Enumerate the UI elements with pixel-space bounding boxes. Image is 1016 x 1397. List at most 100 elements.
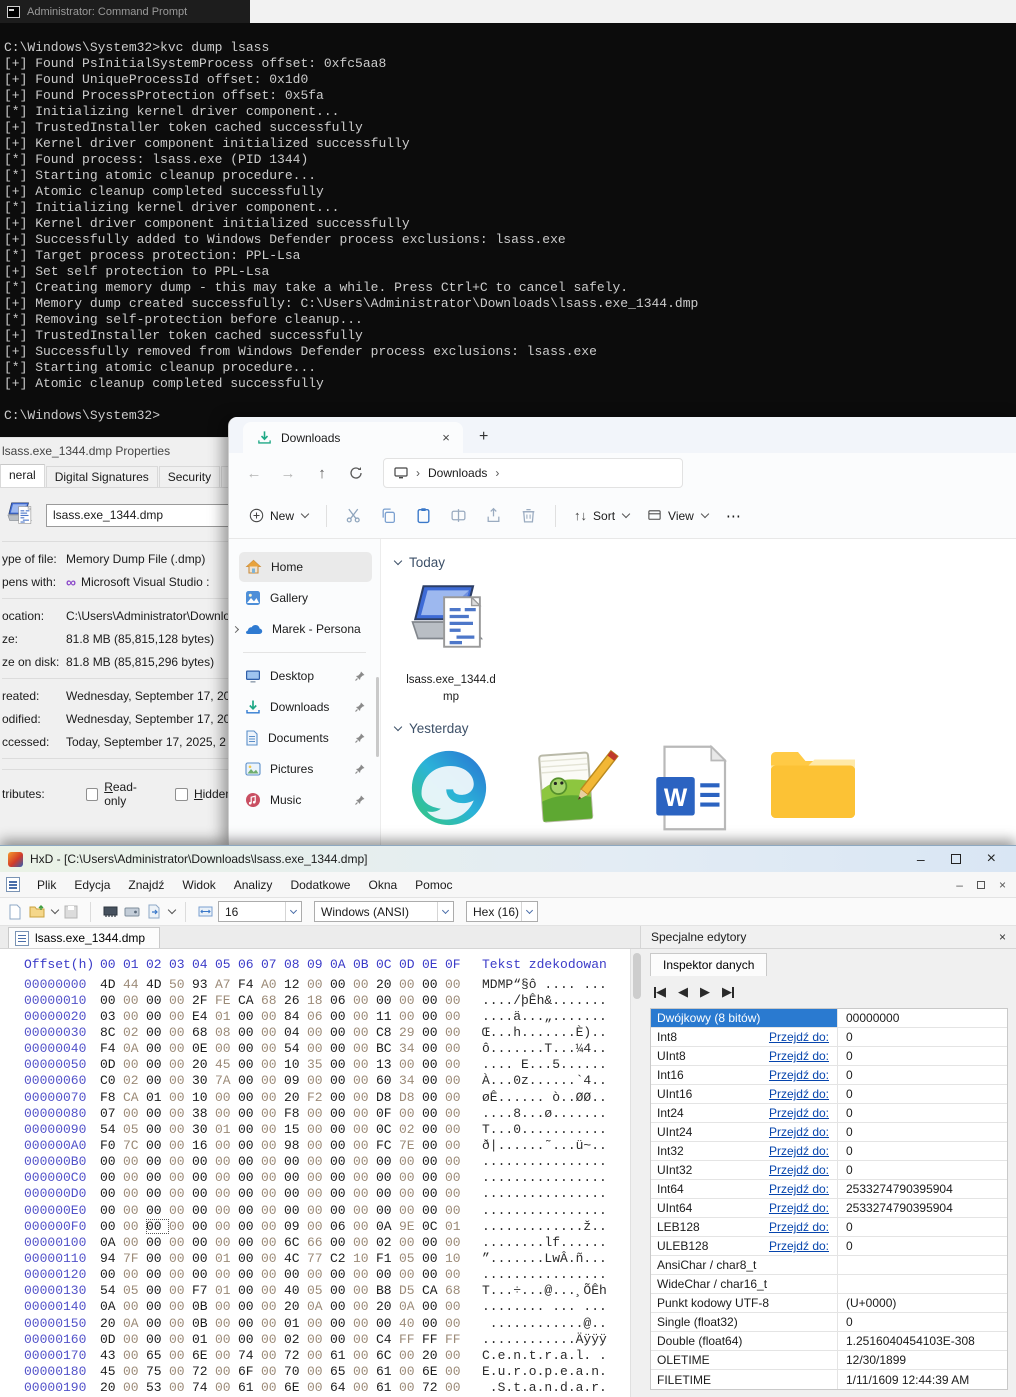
hex-byte[interactable]: 00 [376, 993, 399, 1008]
hex-byte[interactable]: 00 [169, 1299, 192, 1314]
hex-byte[interactable]: 00 [445, 1106, 468, 1121]
hex-byte[interactable]: 00 [399, 1154, 422, 1169]
hex-byte[interactable]: 0E [192, 1041, 215, 1056]
readonly-checkbox[interactable]: Read-only [86, 780, 155, 808]
hex-byte[interactable]: 01 [445, 1219, 468, 1234]
inspector-row-int24[interactable]: Int24Przejdź do:0 [651, 1104, 1007, 1123]
hex-byte[interactable]: 0A [123, 1041, 146, 1056]
inspector-value[interactable]: 0 [837, 1047, 1007, 1065]
hex-byte[interactable]: 00 [353, 1122, 376, 1137]
doc-tab-lsass[interactable]: lsass.exe_1344.dmp [8, 927, 160, 948]
hex-byte[interactable]: 02 [376, 1235, 399, 1250]
hex-byte[interactable]: 00 [169, 1267, 192, 1282]
hex-byte[interactable]: 00 [238, 1186, 261, 1201]
hex-byte[interactable]: 00 [215, 1348, 238, 1363]
hex-byte[interactable]: 00 [422, 1170, 445, 1185]
properties-tab-digital-signatures[interactable]: Digital Signatures [46, 466, 158, 487]
hex-byte[interactable]: 35 [307, 1057, 330, 1072]
hex-byte[interactable]: 0A [307, 1299, 330, 1314]
hex-byte[interactable]: 00 [146, 1316, 169, 1331]
hex-byte[interactable]: 00 [422, 1316, 445, 1331]
cut-button[interactable] [337, 501, 370, 530]
inspector-row-dw-jkowy-8-bit-w-[interactable]: Dwójkowy (8 bitów)00000000 [651, 1009, 1007, 1028]
hex-byte[interactable]: 00 [445, 1380, 468, 1395]
hex-byte[interactable]: 00 [123, 993, 146, 1008]
hex-byte[interactable]: 00 [353, 1186, 376, 1201]
hex-byte[interactable]: 00 [261, 1186, 284, 1201]
goto-link[interactable]: Przejdź do: [769, 1144, 837, 1158]
hex-byte[interactable]: 00 [192, 1219, 215, 1234]
menu-znajd[interactable]: Znajdź [119, 874, 173, 896]
hex-row[interactable]: 0000012000000000000000000000000000000000… [24, 1267, 630, 1283]
last-byte-button[interactable]: ▶ [722, 984, 734, 1000]
hex-byte[interactable]: 00 [123, 1299, 146, 1314]
hex-byte[interactable]: 00 [192, 1186, 215, 1201]
hex-byte[interactable]: 00 [261, 1025, 284, 1040]
sidebar-scrollbar[interactable] [376, 677, 379, 757]
sidebar-item-home[interactable]: Home [239, 552, 372, 582]
hex-byte[interactable]: 00 [238, 1283, 261, 1298]
hex-row[interactable]: 00000170430065006E007400720061006C002000… [24, 1347, 630, 1363]
hex-byte[interactable]: F4 [100, 1041, 123, 1056]
menu-analizy[interactable]: Analizy [225, 874, 282, 896]
hex-byte[interactable]: 61 [330, 1348, 353, 1363]
more-options-button[interactable]: ⋯ [718, 501, 749, 531]
hex-byte[interactable]: CA [123, 1090, 146, 1105]
hex-byte[interactable]: 0B [192, 1316, 215, 1331]
hex-byte[interactable]: E4 [192, 1009, 215, 1024]
hex-byte[interactable]: 00 [123, 1235, 146, 1250]
inspector-value[interactable]: (U+0000) [837, 1294, 1007, 1312]
up-button[interactable]: ↑ [307, 459, 337, 487]
hex-byte[interactable]: C2 [330, 1251, 353, 1266]
checkbox-icon[interactable] [86, 788, 98, 801]
new-tab-button[interactable]: + [479, 428, 488, 446]
hex-byte[interactable]: 00 [146, 1332, 169, 1347]
inspector-row-uint64[interactable]: UInt64Przejdź do:2533274790395904 [651, 1199, 1007, 1218]
hex-byte[interactable]: 00 [330, 1332, 353, 1347]
chevron-down-icon[interactable] [168, 906, 176, 914]
hex-byte[interactable]: 00 [215, 1332, 238, 1347]
hex-byte[interactable]: 00 [123, 1267, 146, 1282]
hex-byte[interactable]: 00 [445, 1138, 468, 1153]
hex-byte[interactable]: 6F [238, 1364, 261, 1379]
scrollbar-thumb[interactable] [633, 953, 641, 999]
hex-byte[interactable]: 00 [399, 1106, 422, 1121]
properties-tab-general[interactable]: neral [0, 464, 45, 487]
hex-byte[interactable]: 00 [399, 993, 422, 1008]
hex-byte[interactable]: 20 [376, 977, 399, 992]
hex-byte[interactable]: F4 [238, 977, 261, 992]
hex-byte[interactable]: 4D [100, 977, 123, 992]
hex-byte[interactable]: 00 [353, 1267, 376, 1282]
hex-byte[interactable]: 00 [238, 1154, 261, 1169]
hex-byte[interactable]: F8 [100, 1090, 123, 1105]
hex-byte[interactable]: 00 [307, 1380, 330, 1395]
hex-byte[interactable]: 04 [284, 1025, 307, 1040]
hex-byte[interactable]: 00 [330, 1267, 353, 1282]
hex-byte[interactable]: 00 [445, 1235, 468, 1250]
prev-byte-button[interactable]: ◀ [678, 984, 688, 1000]
hex-byte[interactable]: 00 [123, 1219, 146, 1234]
hex-byte[interactable]: 00 [307, 1138, 330, 1153]
hex-byte[interactable]: 00 [330, 1057, 353, 1072]
hex-row[interactable]: 000000A0F07C00001600000098000000FC7E0000… [24, 1137, 630, 1153]
hex-byte[interactable]: 00 [353, 1364, 376, 1379]
encoding-select[interactable]: Windows (ANSI) [314, 901, 454, 922]
hex-byte[interactable]: 00 [238, 1025, 261, 1040]
hex-byte[interactable]: 00 [238, 1106, 261, 1121]
hex-byte[interactable]: 00 [445, 1348, 468, 1363]
hex-byte[interactable]: 00 [376, 1316, 399, 1331]
hex-byte[interactable]: D8 [399, 1090, 422, 1105]
hex-byte[interactable]: FF [399, 1332, 422, 1347]
hex-byte[interactable]: 00 [146, 1235, 169, 1250]
hex-byte[interactable]: 00 [169, 1073, 192, 1088]
hex-byte[interactable]: 00 [353, 1332, 376, 1347]
hex-byte[interactable]: 03 [100, 1009, 123, 1024]
hex-byte[interactable]: 00 [330, 977, 353, 992]
hex-byte[interactable]: CA [422, 1283, 445, 1298]
hex-byte[interactable]: 00 [169, 1332, 192, 1347]
hex-view[interactable]: Offset(h)000102030405060708090A0B0C0D0E0… [0, 949, 630, 1397]
hex-byte[interactable]: 00 [422, 1122, 445, 1137]
hex-byte[interactable]: 00 [307, 1025, 330, 1040]
hex-row[interactable]: 000001000A000000000000006C66000002000000… [24, 1234, 630, 1250]
inspector-value[interactable]: 0 [837, 1066, 1007, 1084]
